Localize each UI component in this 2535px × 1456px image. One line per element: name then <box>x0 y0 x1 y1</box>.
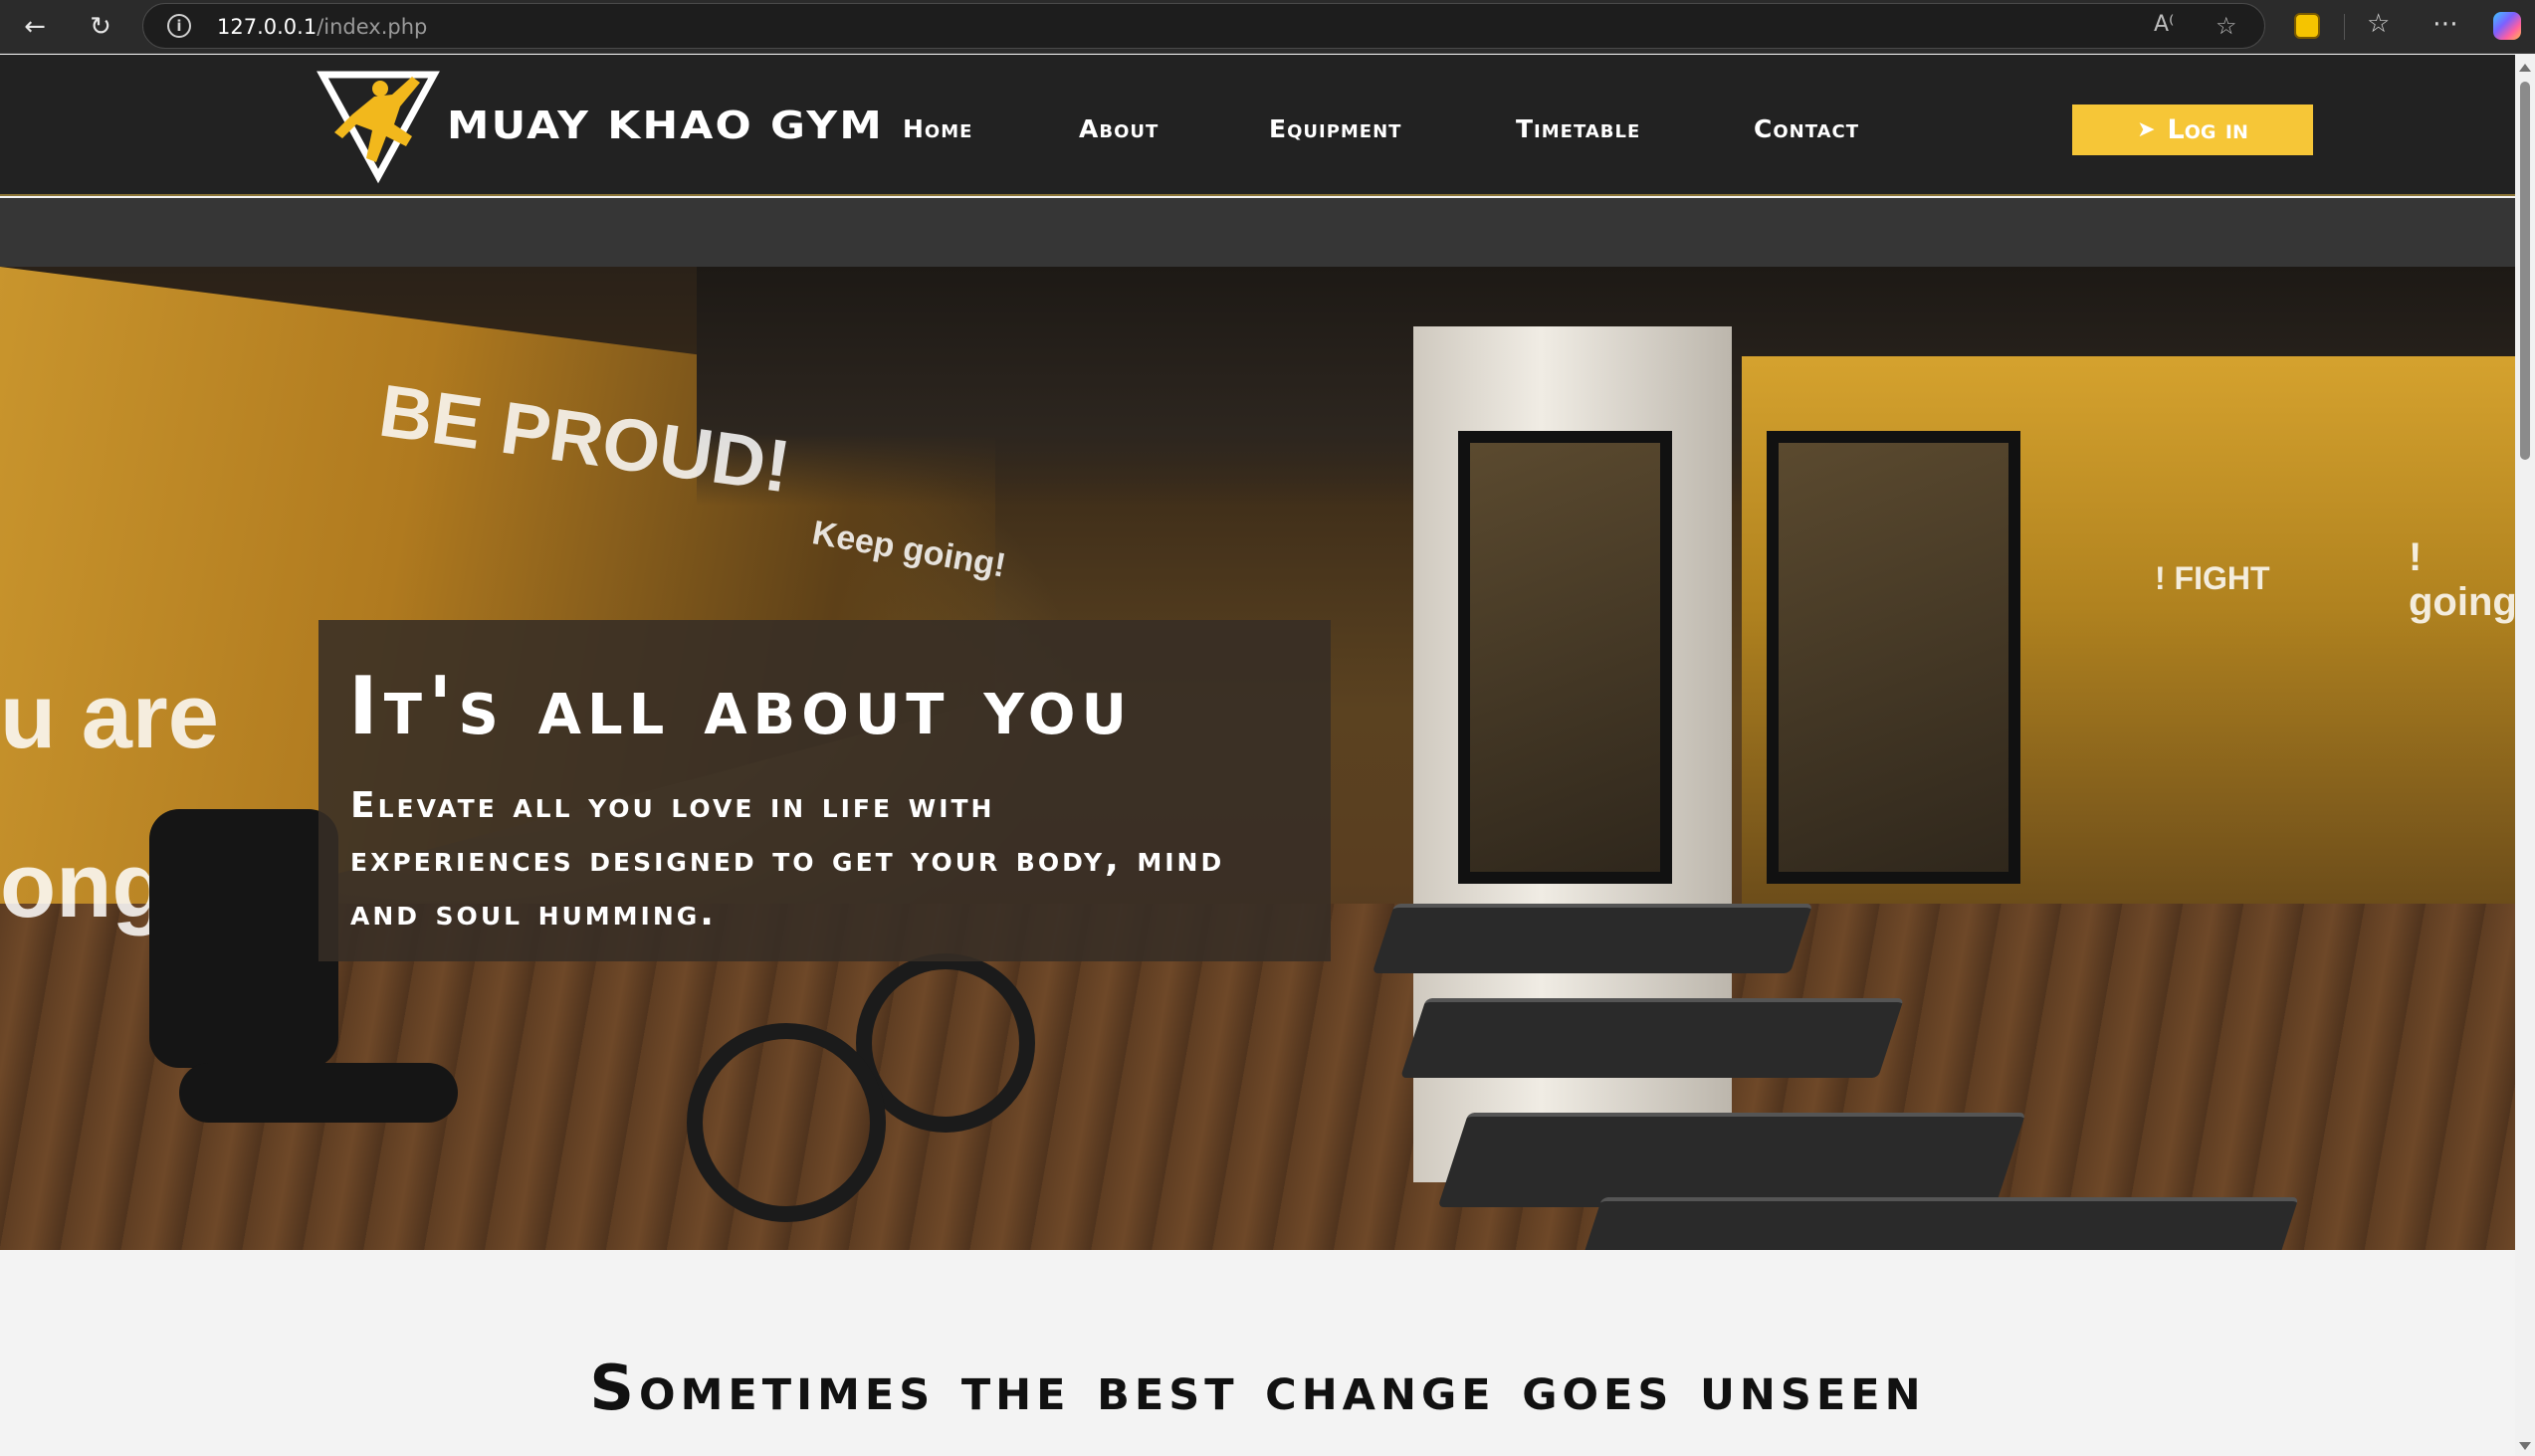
site-navbar: MUAY KHAO GYM Home About Equipment Timet… <box>0 55 2515 196</box>
sub-header-strip <box>0 198 2515 267</box>
read-aloud-icon[interactable]: A⁽ <box>2154 12 2174 37</box>
treadmill <box>1400 998 1904 1078</box>
wall-text-fight: ! FIGHT <box>2155 560 2270 596</box>
wall-text-strong: ong <box>0 835 168 936</box>
gym-chair-seat <box>179 1063 458 1123</box>
address-bar[interactable]: i 127.0.0.1/index.php A⁽ ☆ <box>142 3 2265 49</box>
refresh-icon[interactable]: ↻ <box>82 8 119 46</box>
favorites-icon[interactable]: ☆ <box>2367 9 2390 39</box>
scroll-thumb[interactable] <box>2520 82 2530 460</box>
login-label: Log in <box>2167 114 2248 145</box>
brand-name: MUAY KHAO GYM <box>447 104 884 147</box>
section-title: Sometimes the best change goes unseen <box>589 1352 1926 1424</box>
copilot-icon[interactable] <box>2493 12 2521 40</box>
favorite-star-icon[interactable]: ☆ <box>2216 12 2237 40</box>
brand[interactable]: MUAY KHAO GYM <box>317 67 882 184</box>
url-path: /index.php <box>317 15 428 39</box>
back-icon[interactable]: ← <box>16 8 54 46</box>
nav-contact[interactable]: Contact <box>1754 114 1859 143</box>
hero-title: It's all about you <box>348 660 1133 752</box>
more-options-icon[interactable]: ⋯ <box>2432 9 2458 39</box>
wall-text-you-are: u are <box>0 666 219 767</box>
hero-mirror <box>1458 431 1672 884</box>
bike-wheel <box>687 1023 886 1222</box>
site-info-icon[interactable]: i <box>167 14 191 38</box>
hero-card: It's all about you Elevate all you love … <box>318 620 1331 961</box>
wall-text-going: ! going <box>2409 535 2515 624</box>
url-text[interactable]: 127.0.0.1/index.php <box>217 15 427 39</box>
url-host: 127.0.0.1 <box>217 15 317 39</box>
login-icon: ➤ <box>2137 117 2156 142</box>
nav-home[interactable]: Home <box>903 114 972 143</box>
nav-timetable[interactable]: Timetable <box>1516 114 1640 143</box>
page-scrollbar[interactable] <box>2515 54 2535 1456</box>
browser-toolbar: ← ↻ i 127.0.0.1/index.php A⁽ ☆ ☆ ⋯ <box>0 0 2535 54</box>
treadmill <box>1437 1113 2026 1207</box>
nav-equipment[interactable]: Equipment <box>1269 114 1401 143</box>
treadmill <box>1372 904 1813 973</box>
scroll-down-icon[interactable] <box>2519 1442 2531 1450</box>
gym-chair <box>149 809 338 1068</box>
treadmill <box>1583 1197 2299 1250</box>
hero-mirror <box>1767 431 2020 884</box>
hero-subtitle: Elevate all you love in life with experi… <box>350 785 1225 934</box>
hero-banner: BE PROUD! Keep going! u are ong ! FIGHT … <box>0 267 2515 1250</box>
scroll-up-icon[interactable] <box>2519 64 2531 72</box>
nav-about[interactable]: About <box>1079 114 1159 143</box>
toolbar-separator <box>2344 14 2345 40</box>
logo-icon <box>317 71 440 184</box>
login-button[interactable]: ➤ Log in <box>2072 104 2313 155</box>
extension-icon[interactable] <box>2294 13 2320 39</box>
